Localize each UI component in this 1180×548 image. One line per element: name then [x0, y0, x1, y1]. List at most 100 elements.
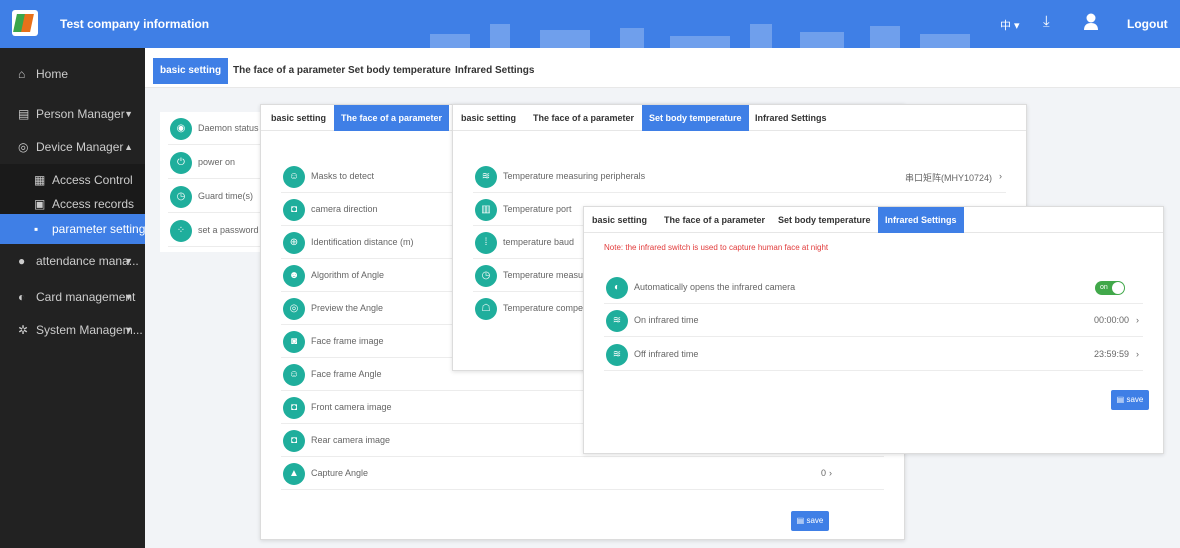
port-icon: ▥: [475, 199, 497, 221]
sidebar-item-label: Home: [36, 67, 69, 81]
mask-icon: ☺: [283, 166, 305, 188]
save-button[interactable]: ▤ save: [1111, 390, 1149, 410]
timer-icon: ◷: [475, 265, 497, 287]
rear-camera-icon: ◘: [283, 430, 305, 452]
tab-infrared-settings[interactable]: Infrared Settings: [755, 105, 827, 131]
capture-angle-value: 0: [820, 468, 826, 478]
face-frame-icon: ◙: [283, 331, 305, 353]
thermometer-icon: ≋: [475, 166, 497, 188]
row-label: Temperature port: [503, 204, 572, 214]
user-icon[interactable]: [1083, 13, 1099, 31]
row-auto-infrared[interactable]: ◐ Automatically opens the infrared camera…: [604, 271, 1143, 304]
sidebar-item-card-management[interactable]: ◐ Card management ▼: [0, 281, 145, 313]
chevron-right-icon: ›: [1136, 315, 1139, 325]
sidebar-item-label: Access records: [52, 197, 135, 211]
top-bar: Test company information 中 ▾ ⤓ Logout: [0, 0, 1180, 48]
row-label: Preview the Angle: [311, 303, 384, 313]
sidebar-item-person-manager[interactable]: ▤ Person Manager ▼: [0, 98, 145, 130]
infrared-toggle[interactable]: on: [1095, 281, 1125, 295]
save-button[interactable]: ▤ save: [791, 511, 829, 531]
attendance-icon: ●: [18, 254, 26, 268]
row-label: temperature baud: [503, 237, 575, 247]
row-label: Temperature measure: [503, 270, 592, 280]
wifi-icon: ≋: [606, 344, 628, 366]
chevron-right-icon: ›: [1136, 349, 1139, 359]
row-label: camera direction: [311, 204, 378, 214]
row-label: Identification distance (m): [311, 237, 414, 247]
tab-basic-setting[interactable]: basic setting: [153, 58, 229, 84]
row-off-infrared-time[interactable]: ≋ Off infrared time 23:59:59 ›: [604, 338, 1143, 371]
caret-down-icon: ▼: [124, 256, 133, 266]
face-angle-icon: ☺: [283, 364, 305, 386]
row-label: On infrared time: [634, 315, 699, 325]
language-select[interactable]: 中 ▾: [1000, 17, 1020, 33]
sidebar-item-label: Access Control: [52, 173, 133, 187]
row-label: Temperature compens: [503, 303, 593, 313]
row-label: Face frame Angle: [311, 369, 382, 379]
tab-face-parameter[interactable]: The face of a parameter: [664, 207, 765, 233]
tab-body-temperature[interactable]: Set body temperature: [348, 58, 451, 84]
sidebar-item-label: Person Manager: [36, 107, 125, 121]
home-icon: ⌂: [18, 67, 26, 81]
row-on-infrared-time[interactable]: ≋ On infrared time 00:00:00 ›: [604, 304, 1143, 337]
toggle-knob: [1112, 282, 1124, 294]
save-label: save: [1126, 395, 1144, 404]
infrared-settings-panel: basic setting The face of a parameter Se…: [583, 206, 1164, 454]
infrared-note: Note: the infrared switch is used to cap…: [604, 243, 829, 252]
tab-body-temperature[interactable]: Set body temperature: [778, 207, 871, 233]
temp-panel-tabs: basic setting The face of a parameter Se…: [453, 105, 1026, 131]
row-label: Daemon status: [198, 123, 259, 133]
row-temp-peripherals[interactable]: ≋ Temperature measuring peripherals 串口矩阵(M…: [473, 160, 1006, 193]
gear-icon: ✲: [18, 323, 29, 337]
sidebar-item-label: parameter setting: [52, 222, 146, 236]
preview-icon: ◎: [283, 298, 305, 320]
row-label: Capture Angle: [311, 468, 369, 478]
tab-infrared-settings[interactable]: Infrared Settings: [455, 58, 534, 84]
wifi-icon: ≋: [606, 310, 628, 332]
row-capture-angle[interactable]: ▲ Capture Angle 0 ›: [281, 457, 884, 490]
chevron-right-icon: ›: [999, 171, 1002, 181]
row-label: Off infrared time: [634, 349, 699, 359]
off-time-value: 23:59:59: [1093, 349, 1129, 359]
caret-down-icon: ▼: [124, 109, 133, 119]
company-logo: [12, 10, 38, 36]
sidebar-item-device-manager[interactable]: ◎ Device Manager ▲: [0, 131, 145, 163]
on-time-value: 00:00:00: [1093, 315, 1129, 325]
download-icon[interactable]: ⤓: [1043, 13, 1050, 30]
tab-basic-setting[interactable]: basic setting: [592, 207, 647, 233]
row-label: Masks to detect: [311, 171, 375, 181]
sidebar-item-system-management[interactable]: ✲ System Managem... ▼: [0, 314, 145, 346]
tab-basic-setting[interactable]: basic setting: [461, 105, 516, 131]
sidebar-item-label: Card management: [36, 290, 136, 304]
row-label: Automatically opens the infrared camera: [634, 282, 796, 292]
sidebar-item-home[interactable]: ⌂ Home: [0, 58, 145, 90]
tab-body-temperature[interactable]: Set body temperature: [642, 105, 749, 131]
capture-icon: ▲: [283, 463, 305, 485]
caret-up-icon: ▲: [124, 142, 133, 152]
list-icon: ▤: [18, 107, 30, 121]
tab-face-parameter[interactable]: The face of a parameter: [533, 105, 634, 131]
row-label: Rear camera image: [311, 435, 391, 445]
tab-face-parameter[interactable]: The face of a parameter: [233, 58, 345, 84]
settings-doc-icon: ▪: [34, 222, 39, 236]
tab-face-parameter[interactable]: The face of a parameter: [334, 105, 450, 131]
caret-down-icon: ▼: [124, 325, 133, 335]
row-label: Guard time(s): [198, 191, 254, 201]
compensation-icon: ☖: [475, 298, 497, 320]
tab-basic-setting[interactable]: basic setting: [271, 105, 326, 131]
row-label: power on: [198, 157, 236, 167]
row-label: Face frame image: [311, 336, 384, 346]
front-camera-icon: ◘: [283, 397, 305, 419]
skyline-decoration: [430, 24, 970, 48]
logout-button[interactable]: Logout: [1127, 17, 1168, 31]
peripheral-value: 串口矩阵(MHY10724): [904, 173, 992, 183]
tab-infrared-settings[interactable]: Infrared Settings: [878, 207, 964, 233]
sidebar-item-attendance[interactable]: ● attendance mana... ▼: [0, 245, 145, 277]
sidebar-item-label: Device Manager: [36, 140, 124, 154]
infrared-camera-icon: ◐: [606, 277, 628, 299]
main-tab-bar: basic setting The face of a parameter Se…: [145, 48, 1180, 88]
power-icon: ⏻: [170, 152, 192, 174]
sidebar-item-parameter-setting[interactable]: ▪ parameter setting: [0, 214, 145, 244]
daemon-icon: ◉: [170, 118, 192, 140]
row-label: Temperature measuring peripherals: [503, 171, 646, 181]
